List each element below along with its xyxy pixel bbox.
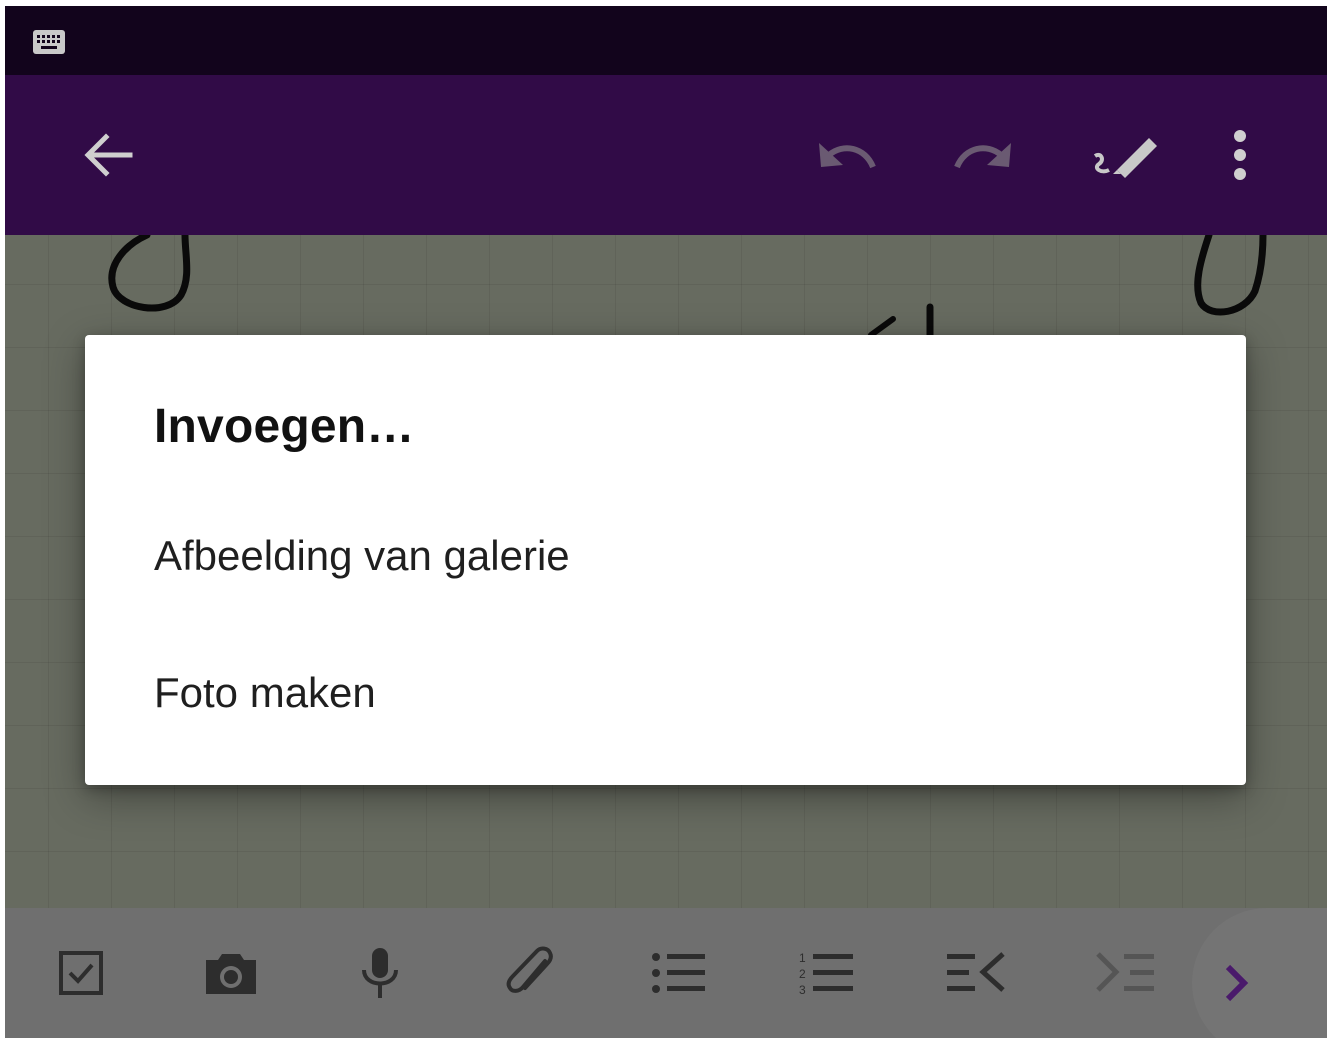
svg-text:2: 2 <box>799 967 806 981</box>
mic-icon <box>362 948 398 998</box>
camera-icon <box>206 954 256 994</box>
redo-button[interactable] <box>939 110 1029 200</box>
indent-icon <box>1096 952 1154 992</box>
paperclip-icon <box>506 946 553 993</box>
checkbox-icon <box>59 951 103 995</box>
dialog-title: Invoegen… <box>154 400 415 453</box>
redo-icon <box>954 143 1011 169</box>
insert-dialog: Invoegen… Afbeelding van galerie Foto ma… <box>85 335 1246 785</box>
status-bar <box>5 6 1327 75</box>
chevron-right-icon <box>1225 964 1249 1002</box>
more-vert-icon <box>1234 130 1246 180</box>
bulleted-list-icon <box>652 953 705 993</box>
undo-button[interactable] <box>801 110 891 200</box>
checkbox-button[interactable] <box>36 928 126 1018</box>
outdent-button[interactable] <box>931 928 1021 1018</box>
more-options-button[interactable] <box>1195 110 1285 200</box>
undo-icon <box>819 143 876 169</box>
numbered-list-icon: 1 2 3 <box>799 951 853 996</box>
pen-icon <box>1093 138 1157 178</box>
attachment-button[interactable] <box>486 928 576 1018</box>
back-button[interactable] <box>63 110 153 200</box>
option-take-photo[interactable]: Foto maken <box>85 633 1246 753</box>
microphone-button[interactable] <box>335 928 425 1018</box>
pen-button[interactable] <box>1079 110 1169 200</box>
app-bar <box>5 75 1327 235</box>
numbered-list-button[interactable]: 1 2 3 <box>782 928 872 1018</box>
app-window: 1 2 3 Invoegen… Afbeelding van galerie F… <box>5 6 1327 1038</box>
bottom-toolbar: 1 2 3 <box>5 908 1327 1038</box>
more-tools-button[interactable] <box>1192 908 1327 1038</box>
outdent-icon <box>947 952 1005 992</box>
svg-text:1: 1 <box>799 951 806 965</box>
indent-button[interactable] <box>1080 928 1170 1018</box>
bulleted-list-button[interactable] <box>634 928 724 1018</box>
camera-button[interactable] <box>186 928 276 1018</box>
option-image-from-gallery[interactable]: Afbeelding van galerie <box>85 496 1246 616</box>
keyboard-icon <box>33 30 65 54</box>
back-arrow-icon <box>84 133 133 177</box>
svg-text:3: 3 <box>799 983 806 996</box>
